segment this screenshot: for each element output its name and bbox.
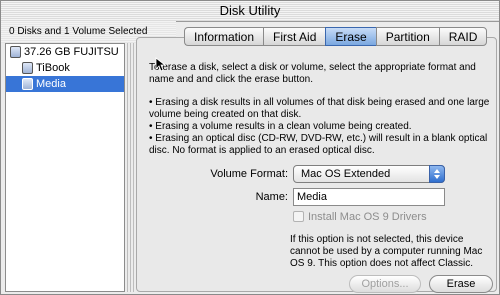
- hard-disk-icon: [10, 46, 21, 58]
- volume-item-label: TiBook: [36, 62, 70, 74]
- volume-item-label: Media: [36, 78, 66, 90]
- erase-bullet: • Erasing a volume results in a clean vo…: [149, 121, 412, 132]
- disk-item-label: 37.26 GB FUJITSU: [24, 46, 119, 58]
- volume-item-tibook[interactable]: TiBook: [6, 60, 124, 76]
- name-label: Name:: [255, 191, 288, 203]
- install-os9-drivers-label: Install Mac OS 9 Drivers: [308, 211, 427, 223]
- disk-utility-window: Disk Utility 0 Disks and 1 Volume Select…: [0, 0, 500, 295]
- erase-panel: To erase a disk, select a disk or volume…: [136, 37, 497, 293]
- volume-format-popup[interactable]: Mac OS Extended: [293, 165, 445, 183]
- volume-icon: [22, 62, 33, 74]
- erase-bullet: • Erasing a disk results in all volumes …: [149, 97, 490, 120]
- erase-instructions: To erase a disk, select a disk or volume…: [149, 62, 494, 157]
- disk-item-fujitsu[interactable]: 37.26 GB FUJITSU: [6, 44, 124, 60]
- erase-bullet-list: • Erasing a disk results in all volumes …: [149, 97, 494, 157]
- erase-button[interactable]: Erase: [429, 275, 493, 293]
- erase-intro-text: To erase a disk, select a disk or volume…: [149, 62, 476, 85]
- tab-raid[interactable]: RAID: [438, 27, 488, 46]
- tab-first-aid[interactable]: First Aid: [263, 27, 326, 46]
- popup-arrows-icon: [429, 165, 445, 183]
- install-os9-drivers-option: Install Mac OS 9 Drivers: [293, 210, 427, 224]
- volume-name-input[interactable]: [293, 188, 445, 206]
- mouse-pointer-icon: [155, 57, 167, 72]
- pane-splitter[interactable]: [127, 43, 134, 292]
- erase-bullet: • Erasing an optical disc (CD-RW, DVD-RW…: [149, 133, 488, 156]
- install-os9-drivers-checkbox: [293, 211, 304, 222]
- tab-erase[interactable]: Erase: [325, 27, 376, 46]
- volume-item-media[interactable]: Media: [6, 76, 124, 92]
- volume-icon: [22, 78, 33, 90]
- volume-format-label: Volume Format:: [210, 168, 288, 180]
- tab-bar: Information First Aid Erase Partition RA…: [184, 27, 488, 46]
- os9-note-text: If this option is not selected, this dev…: [290, 234, 483, 269]
- disk-list[interactable]: 37.26 GB FUJITSU TiBook Media: [5, 43, 125, 292]
- window-title: Disk Utility: [1, 1, 499, 22]
- tab-partition[interactable]: Partition: [375, 27, 439, 46]
- volume-format-value: Mac OS Extended: [301, 168, 391, 180]
- options-button: Options...: [349, 275, 421, 293]
- tab-information[interactable]: Information: [184, 27, 264, 46]
